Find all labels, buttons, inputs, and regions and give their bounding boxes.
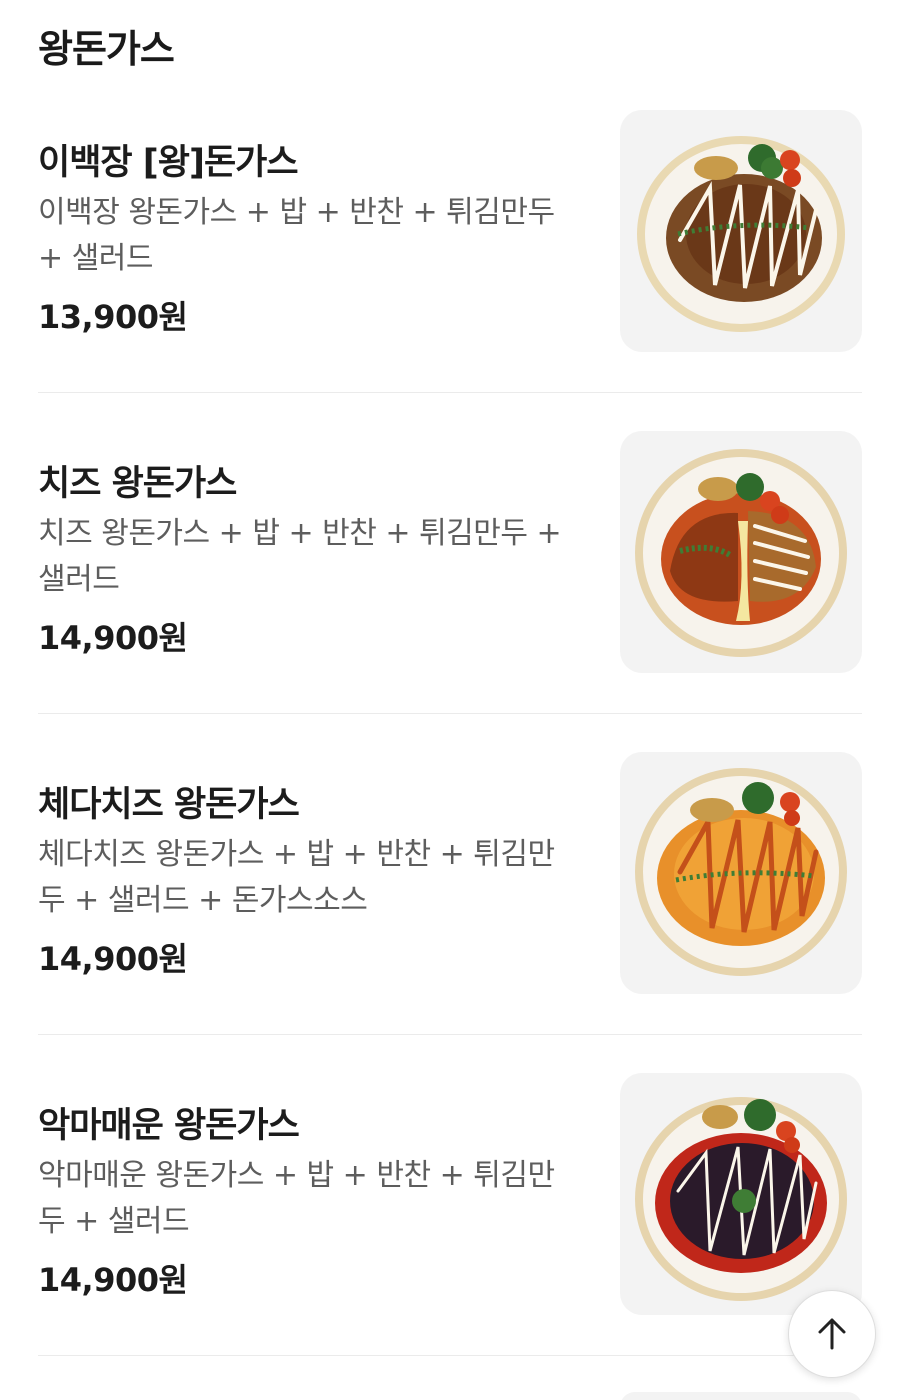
- menu-item-name: 체다치즈 왕돈가스: [38, 785, 300, 825]
- scroll-to-top-button[interactable]: [788, 1290, 876, 1378]
- menu-item-price: 14,900원: [38, 1261, 188, 1299]
- item-divider: [38, 392, 862, 393]
- menu-item-photo[interactable]: [620, 752, 862, 994]
- next-item-photo-peek: [620, 1392, 862, 1400]
- menu-item[interactable]: 체다치즈 왕돈가스 체다치즈 왕돈가스 + 밥 + 반찬 + 튀김만두 + 샐러…: [38, 752, 862, 1073]
- arrow-up-icon: [818, 1318, 846, 1350]
- menu-page: 왕돈가스 이백장 [왕]돈가스 이백장 왕돈가스 + 밥 + 반찬 + 튀김만두…: [0, 0, 900, 1400]
- menu-item-name: 치즈 왕돈가스: [38, 464, 237, 504]
- menu-item-photo[interactable]: [620, 110, 862, 352]
- menu-item-description: 이백장 왕돈가스 + 밥 + 반찬 + 튀김만두 + 샐러드: [38, 195, 555, 276]
- menu-item[interactable]: 치즈 왕돈가스 치즈 왕돈가스 + 밥 + 반찬 + 튀김만두 + 샐러드 14…: [38, 431, 862, 752]
- menu-item-description: 악마매운 왕돈가스 + 밥 + 반찬 + 튀김만두 + 샐러드: [38, 1158, 555, 1239]
- menu-item-price: 14,900원: [38, 940, 188, 978]
- item-divider: [38, 1355, 862, 1356]
- menu-item-photo[interactable]: [620, 431, 862, 673]
- menu-item-price: 14,900원: [38, 619, 188, 657]
- section-title: 왕돈가스: [38, 27, 175, 71]
- item-divider: [38, 1034, 862, 1035]
- menu-item-price: 13,900원: [38, 298, 188, 336]
- menu-item-description: 체다치즈 왕돈가스 + 밥 + 반찬 + 튀김만두 + 샐러드 + 돈가스소스: [38, 837, 555, 918]
- item-divider: [38, 713, 862, 714]
- menu-item-photo[interactable]: [620, 1073, 862, 1315]
- menu-item-description: 치즈 왕돈가스 + 밥 + 반찬 + 튀김만두 + 샐러드: [38, 516, 562, 597]
- menu-item[interactable]: 악마매운 왕돈가스 악마매운 왕돈가스 + 밥 + 반찬 + 튀김만두 + 샐러…: [38, 1073, 862, 1394]
- menu-item-name: 이백장 [왕]돈가스: [38, 143, 299, 183]
- menu-item-name: 악마매운 왕돈가스: [38, 1106, 300, 1146]
- menu-item[interactable]: 이백장 [왕]돈가스 이백장 왕돈가스 + 밥 + 반찬 + 튀김만두 + 샐러…: [38, 110, 862, 431]
